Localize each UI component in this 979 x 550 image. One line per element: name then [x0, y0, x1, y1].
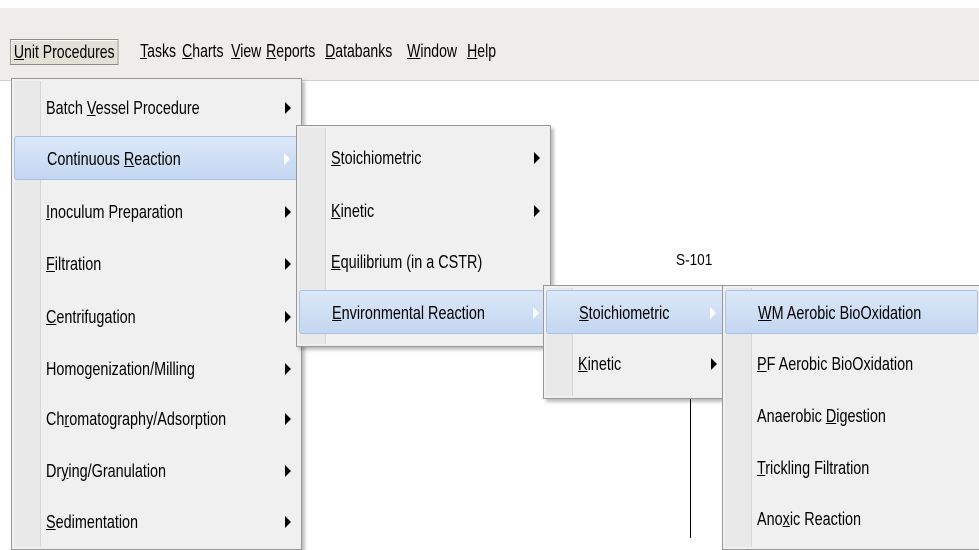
submenu-arrow-icon: [284, 153, 290, 165]
continuous-reaction-submenu: Stoichiometric Kinetic Equilibrium (in a…: [296, 125, 551, 347]
menu-bar: Unit Procedures Tasks Charts View Report…: [0, 8, 979, 81]
menu-item-anoxic-reaction[interactable]: Anoxic Reaction: [725, 497, 978, 541]
menu-item-filtration[interactable]: Filtration: [14, 242, 299, 286]
menu-item-environmental-reaction[interactable]: Environmental Reaction: [299, 290, 548, 334]
menu-item-batch-vessel-procedure[interactable]: Batch Vessel Procedure: [14, 86, 299, 130]
submenu-arrow-icon: [285, 311, 291, 323]
submenu-arrow-icon: [285, 258, 291, 270]
menu-item-continuous-reaction[interactable]: Continuous Reaction: [14, 136, 299, 180]
menu-item-equilibrium-cstr[interactable]: Equilibrium (in a CSTR): [299, 240, 548, 284]
menu-reports[interactable]: Reports: [263, 39, 318, 63]
submenu-arrow-icon: [285, 363, 291, 375]
menu-window[interactable]: Window: [404, 39, 460, 63]
submenu-arrow-icon: [285, 206, 291, 218]
submenu-arrow-icon: [285, 413, 291, 425]
menu-item-wm-aerobic-biooxidation[interactable]: WM Aerobic BioOxidation: [725, 290, 978, 334]
menu-item-sedimentation[interactable]: Sedimentation: [14, 500, 299, 544]
submenu-arrow-icon: [534, 152, 540, 164]
submenu-arrow-icon: [711, 358, 717, 370]
menu-item-chromatography-adsorption[interactable]: Chromatography/Adsorption: [14, 397, 299, 441]
menu-view[interactable]: View: [228, 39, 264, 63]
menu-tasks[interactable]: Tasks: [137, 39, 179, 63]
menu-item-kinetic[interactable]: Kinetic: [299, 189, 548, 233]
menu-item-env-stoichiometric[interactable]: Stoichiometric: [546, 290, 725, 334]
menu-help[interactable]: Help: [464, 39, 499, 63]
unit-procedures-dropdown: Batch Vessel Procedure Continuous Reacti…: [11, 78, 302, 550]
submenu-arrow-icon: [710, 307, 716, 319]
menu-item-anaerobic-digestion[interactable]: Anaerobic Digestion: [725, 394, 978, 438]
menu-item-centrifugation[interactable]: Centrifugation: [14, 295, 299, 339]
menu-item-trickling-filtration[interactable]: Trickling Filtration: [725, 446, 978, 490]
submenu-arrow-icon: [533, 307, 539, 319]
stream-line[interactable]: [690, 395, 691, 538]
menu-unit-procedures[interactable]: Unit Procedures: [10, 39, 119, 65]
submenu-arrow-icon: [534, 205, 540, 217]
stream-label-s101[interactable]: S-101: [676, 252, 712, 270]
submenu-arrow-icon: [285, 516, 291, 528]
menu-item-stoichiometric[interactable]: Stoichiometric: [299, 136, 548, 180]
menu-item-drying-granulation[interactable]: Drying/Granulation: [14, 449, 299, 493]
menu-item-homogenization-milling[interactable]: Homogenization/Milling: [14, 347, 299, 391]
environmental-reaction-submenu: Stoichiometric Kinetic: [543, 285, 728, 399]
menu-charts[interactable]: Charts: [179, 39, 227, 63]
menu-databanks[interactable]: Databanks: [322, 39, 395, 63]
submenu-arrow-icon: [285, 465, 291, 477]
menu-item-inoculum-preparation[interactable]: Inoculum Preparation: [14, 190, 299, 234]
menu-item-env-kinetic[interactable]: Kinetic: [546, 342, 725, 386]
submenu-arrow-icon: [285, 102, 291, 114]
menu-item-pf-aerobic-biooxidation[interactable]: PF Aerobic BioOxidation: [725, 342, 978, 386]
stoichiometric-submenu: WM Aerobic BioOxidation PF Aerobic BioOx…: [722, 285, 979, 550]
